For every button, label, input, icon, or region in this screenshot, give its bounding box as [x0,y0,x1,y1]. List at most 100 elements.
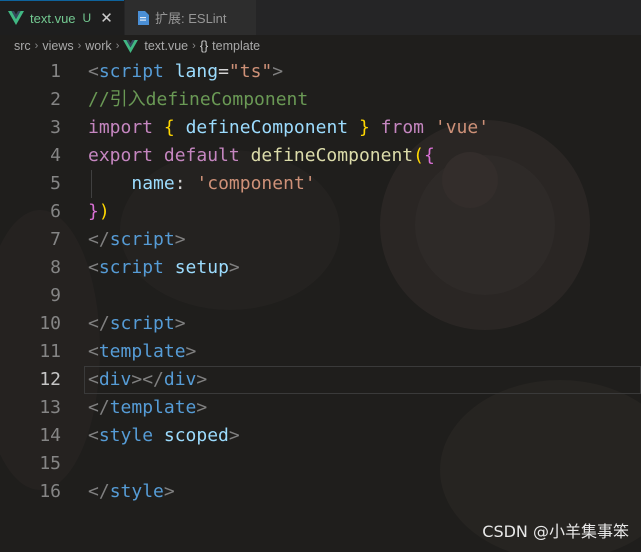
code-text: </script> [88,226,186,254]
code-token: > [163,481,175,502]
code-token: default [163,145,240,166]
code-token: < [88,257,99,278]
code-token: { [423,145,435,166]
line-number: 12 [39,369,61,390]
tab-label: text.vue [30,10,76,26]
code-token: < [88,369,99,390]
code-line[interactable]: 11 <template> [0,338,641,366]
code-token: < [88,341,99,362]
code-line[interactable]: 4 export default defineComponent({ [0,142,641,170]
line-number: 5 [50,173,61,194]
code-token: = [218,61,229,82]
breadcrumb-views[interactable]: views [42,39,73,53]
code-text: <template> [88,338,196,366]
code-token: scoped [163,425,229,446]
code-token: > [174,313,186,334]
chevron-right-icon: › [192,40,196,52]
breadcrumb-file[interactable]: text.vue [144,39,188,53]
line-number: 7 [50,229,61,250]
tab-label: 扩展: ESLint [155,11,227,26]
code-line[interactable]: 15 [0,450,641,478]
breadcrumb-src[interactable]: src [14,39,31,53]
code-line[interactable]: 9 [0,282,641,310]
code-line[interactable]: 5 name: 'component' [0,170,641,198]
code-text: <script lang="ts"> [88,58,283,86]
code-line[interactable]: 14 <style scoped> [0,422,641,450]
close-icon[interactable]: ✕ [100,9,113,27]
code-token: ( [413,145,424,166]
chevron-right-icon: › [77,40,82,52]
code-token: </ [88,481,110,502]
code-text: </script> [88,310,186,338]
code-token: > [174,229,186,250]
code-token: "ts" [228,61,273,82]
code-token: lang [174,61,219,82]
chevron-right-icon: › [115,40,120,52]
tab-bar: text.vue U ✕ 扩展: ESLint [0,0,641,35]
code-text: </template> [88,394,207,422]
breadcrumb-symbol[interactable]: template [212,39,260,53]
code-token: template [98,341,186,362]
code-token: script [109,229,175,250]
code-token: : [174,173,197,194]
code-token: } [88,201,99,222]
code-line[interactable]: 8 <script setup> [0,254,641,282]
file-icon [138,10,149,25]
code-token: div [163,369,197,390]
code-token: > [196,397,208,418]
tab-text-vue[interactable]: text.vue U ✕ [0,0,124,35]
code-token: script [98,61,164,82]
code-token: </ [88,229,110,250]
code-token: div [98,369,132,390]
code-token: style [98,425,154,446]
code-line[interactable]: 12 <div></div> [0,366,641,394]
code-token: </ [88,313,110,334]
code-token: { [163,117,175,138]
code-text: import { defineComponent } from 'vue' [88,114,489,142]
code-text: <script setup> [88,254,240,282]
code-text: <div></div> [88,366,207,394]
code-token: > [185,341,197,362]
code-line[interactable]: 16 </style> [0,478,641,506]
code-line[interactable]: 10 </script> [0,310,641,338]
code-text: </style> [88,478,175,506]
code-line[interactable]: 13 </template> [0,394,641,422]
line-number: 3 [50,117,61,138]
line-number: 1 [50,61,61,82]
code-text: <style scoped> [88,422,240,450]
untracked-badge: U [82,11,92,25]
code-token: setup [174,257,229,278]
line-number: 15 [39,453,61,474]
code-editor[interactable]: 1 <script lang="ts"> 2//引入defineComponent 3… [0,58,641,552]
code-token: ></ [131,369,164,390]
code-token: 'component' [196,173,316,194]
code-text: export default defineComponent({ [88,142,435,170]
code-line[interactable]: 3 import { defineComponent } from 'vue' [0,114,641,142]
code-text: //引入defineComponent [88,86,308,114]
code-text: name: 'component' [88,170,316,198]
code-token: from [380,117,425,138]
line-number: 2 [50,89,61,110]
code-token: </ [88,397,110,418]
chevron-right-icon: › [34,40,39,52]
code-line[interactable]: 6}) [0,198,641,226]
code-token: > [228,425,240,446]
code-token: < [88,61,99,82]
code-token: 'vue' [434,117,490,138]
tab-eslint-extension[interactable]: 扩展: ESLint [124,0,256,35]
code-token: ) [98,201,110,222]
code-line[interactable]: 2 //引入defineComponent [0,86,641,114]
code-token: } [358,117,370,138]
breadcrumb-work[interactable]: work [85,39,111,53]
code-line[interactable]: 7 </script> [0,226,641,254]
code-line[interactable]: 1 <script lang="ts"> [0,58,641,86]
braces-icon: {} [199,39,209,53]
